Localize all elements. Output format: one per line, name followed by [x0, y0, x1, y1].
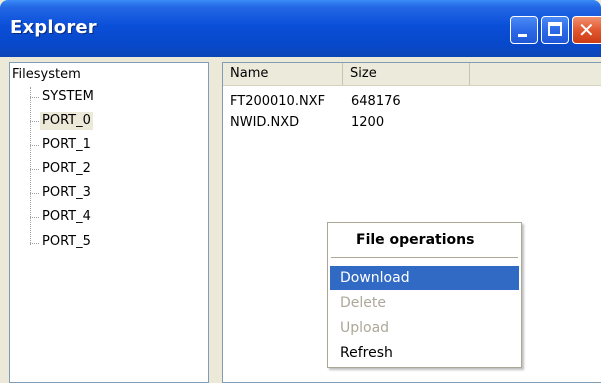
- title-bar[interactable]: Explorer ✕: [0, 0, 601, 57]
- tree-item-port-1[interactable]: PORT_1: [40, 136, 93, 154]
- menu-item-download[interactable]: Download: [330, 266, 519, 290]
- tree-item-port-5[interactable]: PORT_5: [40, 233, 93, 251]
- file-name: NWID.NXD: [230, 115, 300, 130]
- maximize-icon: [548, 22, 562, 36]
- pane-splitter[interactable]: [209, 62, 222, 383]
- menu-item-refresh[interactable]: Refresh: [330, 341, 519, 365]
- list-header: Name Size: [223, 63, 601, 86]
- close-icon: ✕: [578, 18, 595, 42]
- tree-branch-line: [30, 145, 39, 146]
- context-menu-title: File operations: [356, 232, 475, 248]
- column-header-empty[interactable]: [470, 63, 601, 85]
- column-header-size[interactable]: Size: [343, 63, 470, 85]
- menu-separator: [331, 257, 518, 258]
- tree-item-system[interactable]: SYSTEM: [40, 88, 96, 106]
- file-size: 648176: [351, 94, 401, 109]
- tree-connector-line: [30, 87, 31, 245]
- tree-branch-line: [30, 193, 39, 194]
- tree-item-port-2[interactable]: PORT_2: [40, 160, 93, 178]
- menu-item-upload[interactable]: Upload: [330, 316, 519, 340]
- tree-branch-line: [30, 97, 39, 98]
- tree-branch-line: [30, 217, 39, 218]
- tree-root-filesystem[interactable]: Filesystem: [12, 67, 81, 82]
- tree-branch-line: [30, 243, 39, 244]
- column-header-name[interactable]: Name: [223, 63, 343, 85]
- window-title: Explorer: [10, 17, 97, 38]
- file-name: FT200010.NXF: [230, 94, 326, 109]
- tree-item-port-0[interactable]: PORT_0: [40, 112, 93, 130]
- minimize-icon: [518, 34, 527, 37]
- tree-branch-line: [30, 169, 39, 170]
- maximize-button[interactable]: [541, 16, 569, 44]
- filesystem-tree[interactable]: Filesystem SYSTEM PORT_0 PORT_1 PORT_2 P…: [9, 62, 209, 383]
- tree-item-port-3[interactable]: PORT_3: [40, 184, 93, 202]
- explorer-window: Explorer ✕ Filesystem SYSTEM PORT_0 PORT…: [0, 0, 601, 383]
- minimize-button[interactable]: [510, 16, 538, 44]
- tree-branch-line: [30, 121, 39, 122]
- close-button[interactable]: ✕: [572, 16, 601, 44]
- tree-item-port-4[interactable]: PORT_4: [40, 208, 93, 226]
- file-operations-context-menu: File operations Download Delete Upload R…: [327, 222, 522, 368]
- menu-item-delete[interactable]: Delete: [330, 291, 519, 315]
- file-size: 1200: [351, 115, 385, 130]
